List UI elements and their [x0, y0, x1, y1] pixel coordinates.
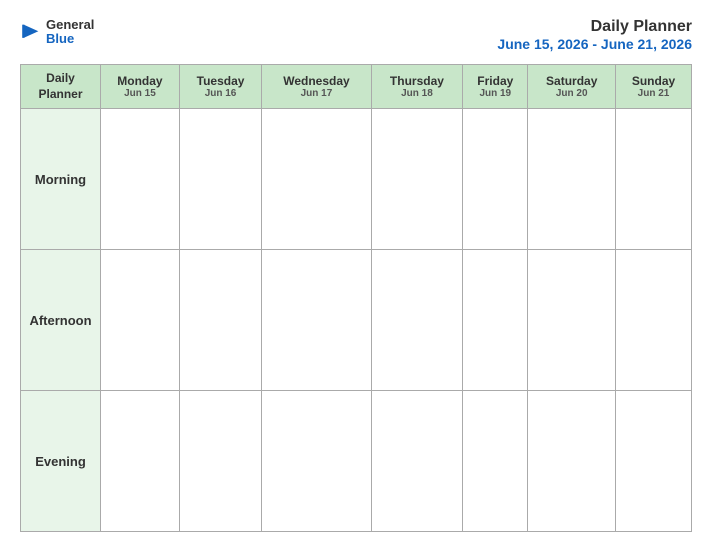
time-label-afternoon: Afternoon [21, 250, 101, 391]
cell-sat-morning[interactable] [528, 109, 616, 250]
col-saturday: Saturday Jun 20 [528, 65, 616, 109]
row-morning: Morning [21, 109, 692, 250]
cell-sun-afternoon[interactable] [616, 250, 692, 391]
logo-text: GeneralBlue [46, 18, 94, 47]
logo-icon [20, 21, 42, 43]
row-evening: Evening [21, 391, 692, 532]
cell-fri-evening[interactable] [463, 391, 528, 532]
col-wednesday: Wednesday Jun 17 [262, 65, 371, 109]
header: GeneralBlue Daily Planner June 15, 2026 … [20, 18, 692, 52]
cell-tue-evening[interactable] [179, 391, 261, 532]
cell-thu-afternoon[interactable] [371, 250, 462, 391]
cell-thu-morning[interactable] [371, 109, 462, 250]
cell-fri-afternoon[interactable] [463, 250, 528, 391]
cell-sat-evening[interactable] [528, 391, 616, 532]
col-monday: Monday Jun 15 [101, 65, 180, 109]
logo-area: GeneralBlue [20, 18, 94, 47]
label-col-header: Daily Planner [21, 65, 101, 109]
cell-mon-afternoon[interactable] [101, 250, 180, 391]
title-area: Daily Planner June 15, 2026 - June 21, 2… [497, 18, 692, 52]
row-afternoon: Afternoon [21, 250, 692, 391]
col-tuesday: Tuesday Jun 16 [179, 65, 261, 109]
page: GeneralBlue Daily Planner June 15, 2026 … [0, 0, 712, 550]
time-label-evening: Evening [21, 391, 101, 532]
col-friday: Friday Jun 19 [463, 65, 528, 109]
cell-mon-evening[interactable] [101, 391, 180, 532]
calendar-table: Daily Planner Monday Jun 15 Tuesday Jun … [20, 64, 692, 532]
cell-wed-afternoon[interactable] [262, 250, 371, 391]
col-sunday: Sunday Jun 21 [616, 65, 692, 109]
planner-date-range: June 15, 2026 - June 21, 2026 [497, 36, 692, 52]
cell-sun-evening[interactable] [616, 391, 692, 532]
cell-wed-morning[interactable] [262, 109, 371, 250]
cell-thu-evening[interactable] [371, 391, 462, 532]
cell-tue-afternoon[interactable] [179, 250, 261, 391]
cell-wed-evening[interactable] [262, 391, 371, 532]
cell-sun-morning[interactable] [616, 109, 692, 250]
time-label-morning: Morning [21, 109, 101, 250]
cell-mon-morning[interactable] [101, 109, 180, 250]
planner-title: Daily Planner [497, 18, 692, 36]
calendar-header-row: Daily Planner Monday Jun 15 Tuesday Jun … [21, 65, 692, 109]
cell-sat-afternoon[interactable] [528, 250, 616, 391]
cell-fri-morning[interactable] [463, 109, 528, 250]
cell-tue-morning[interactable] [179, 109, 261, 250]
col-thursday: Thursday Jun 18 [371, 65, 462, 109]
